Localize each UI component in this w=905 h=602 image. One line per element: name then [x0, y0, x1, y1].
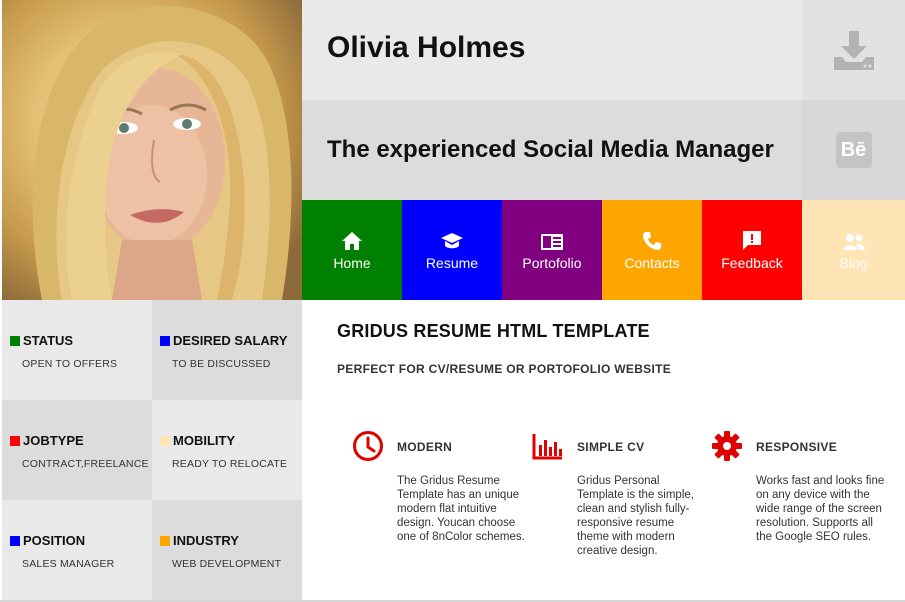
nav-label-blog: Blog [839, 255, 868, 271]
resume-page: Olivia Holmes The experienced Social Med… [0, 0, 905, 602]
nav-item-resume[interactable]: Resume [402, 200, 502, 300]
nav-label-portofolio: Portofolio [522, 255, 582, 271]
feature-title: MODERN [397, 440, 453, 454]
info-cell-jobtype: JOBTYPE CONTRACT,FREELANCE [2, 400, 152, 500]
feature-text: Gridus Personal Template is the simple, … [577, 475, 694, 557]
nav-item-feedback[interactable]: Feedback [702, 200, 802, 300]
name-tile: Olivia Holmes [302, 0, 802, 100]
info-label: DESIRED SALARY [173, 333, 288, 348]
bar-chart-icon [532, 434, 562, 460]
salary-color-square [160, 335, 170, 346]
info-value: OPEN TO OFFERS [22, 358, 118, 370]
nav-item-blog[interactable]: Blog [802, 200, 905, 300]
portfolio-icon [541, 234, 563, 250]
feedback-icon [743, 231, 761, 250]
feature-text: The Gridus Resume Template has an unique… [397, 475, 525, 543]
mobility-color-square [160, 435, 170, 446]
info-value: WEB DEVELOPMENT [172, 558, 282, 570]
info-label: INDUSTRY [173, 533, 239, 548]
info-value: READY TO RELOCATE [172, 458, 288, 470]
status-color-square [10, 335, 20, 346]
nav-item-portofolio[interactable]: Portofolio [502, 200, 602, 300]
download-button[interactable] [802, 0, 905, 100]
info-cell-desired-salary: DESIRED SALARY TO BE DISCUSSED [152, 300, 302, 400]
profile-title: The experienced Social Media Manager [327, 136, 774, 163]
nav-item-home[interactable]: Home [302, 200, 402, 300]
profile-name: Olivia Holmes [327, 31, 526, 64]
info-label: POSITION [23, 533, 86, 548]
jobtype-color-square [10, 435, 20, 446]
gear-icon [712, 431, 742, 461]
nav-label-resume: Resume [425, 255, 479, 271]
nav-item-contacts[interactable]: Contacts [602, 200, 702, 300]
info-cell-status: STATUS OPEN TO OFFERS [2, 300, 152, 400]
nav-label-contacts: Contacts [624, 255, 680, 271]
main-nav: Home Resume Portofolio Contacts Feedback… [302, 200, 905, 300]
phone-icon [643, 232, 661, 250]
behance-button[interactable]: Bē [802, 100, 905, 200]
profile-photo [2, 0, 302, 300]
nav-label-feedback: Feedback [721, 255, 783, 271]
info-value: CONTRACT,FREELANCE [22, 458, 149, 470]
info-label: JOBTYPE [23, 433, 84, 448]
title-tile: The experienced Social Media Manager [302, 100, 802, 200]
main-content: GRIDUS RESUME HTML TEMPLATE PERFECT FOR … [302, 300, 905, 600]
info-cell-position: POSITION SALES MANAGER [2, 500, 152, 600]
feature-title: RESPONSIVE [756, 440, 838, 454]
info-cell-mobility: MOBILITY READY TO RELOCATE [152, 400, 302, 500]
users-icon [842, 234, 865, 250]
home-icon [342, 232, 362, 250]
feature-text: Works fast and looks fine on any device … [756, 475, 885, 543]
graduation-cap-icon [441, 233, 463, 249]
info-grid: STATUS OPEN TO OFFERS DESIRED SALARY TO … [2, 300, 302, 600]
info-label: STATUS [23, 333, 74, 348]
behance-icon: Bē [835, 132, 872, 168]
clock-icon [353, 431, 383, 461]
info-value: TO BE DISCUSSED [172, 358, 271, 370]
main-subheading: PERFECT FOR CV/RESUME OR PORTOFOLIO WEBS… [337, 362, 672, 376]
info-label: MOBILITY [173, 433, 236, 448]
info-value: SALES MANAGER [22, 558, 115, 570]
info-cell-industry: INDUSTRY WEB DEVELOPMENT [152, 500, 302, 600]
nav-label-home: Home [333, 255, 371, 271]
main-heading: GRIDUS RESUME HTML TEMPLATE [337, 321, 650, 341]
position-color-square [10, 535, 20, 546]
feature-title: SIMPLE CV [577, 440, 645, 454]
download-icon [833, 31, 874, 70]
industry-color-square [160, 535, 170, 546]
